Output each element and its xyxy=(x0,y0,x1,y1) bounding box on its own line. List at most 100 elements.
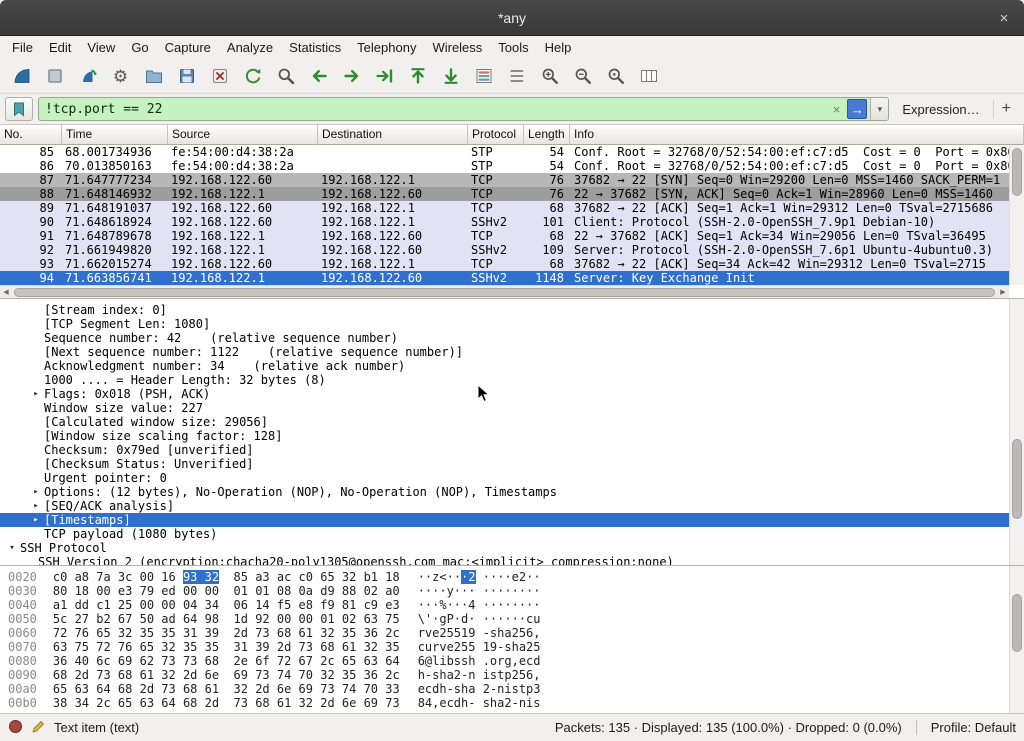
expression-button[interactable]: Expression… xyxy=(894,102,987,117)
detail-line[interactable]: ▾SSH Protocol xyxy=(0,541,1024,555)
column-header-length[interactable]: Length xyxy=(524,125,570,145)
detail-line[interactable]: [Next sequence number: 1122 (relative se… xyxy=(0,345,1024,359)
detail-line[interactable]: Checksum: 0x79ed [unverified] xyxy=(0,443,1024,457)
display-filter-field[interactable]: × → ▾ xyxy=(38,97,889,121)
menu-telephony[interactable]: Telephony xyxy=(349,37,424,58)
column-header-info[interactable]: Info xyxy=(570,125,1024,145)
packet-row[interactable]: 8670.013850163fe:54:00:d4:38:2aSTP54Conf… xyxy=(0,159,1009,173)
close-icon[interactable]: × xyxy=(994,8,1014,28)
menu-statistics[interactable]: Statistics xyxy=(281,37,349,58)
packet-row[interactable]: 9271.661949820192.168.122.1192.168.122.6… xyxy=(0,243,1009,257)
zoom-in-icon[interactable] xyxy=(534,62,565,90)
hex-row-selected[interactable]: 0020c0 a8 7a 3c 00 16 93 32 85 a3 ac c0 … xyxy=(8,570,1024,584)
detail-line[interactable]: [Window size scaling factor: 128] xyxy=(0,429,1024,443)
menu-wireless[interactable]: Wireless xyxy=(424,37,490,58)
menu-edit[interactable]: Edit xyxy=(41,37,79,58)
hex-row[interactable]: 008036 40 6c 69 62 73 73 68 2e 6f 72 67 … xyxy=(8,654,1024,668)
detail-line[interactable]: Window size value: 227 xyxy=(0,401,1024,415)
go-forward-icon[interactable] xyxy=(336,62,367,90)
filter-clear-icon[interactable]: × xyxy=(826,102,848,117)
detail-line[interactable]: ▸[SEQ/ACK analysis] xyxy=(0,499,1024,513)
menu-tools[interactable]: Tools xyxy=(490,37,536,58)
capture-options-gear-icon[interactable]: ⚙ xyxy=(105,62,136,90)
column-header-time[interactable]: Time xyxy=(62,125,168,145)
menu-go[interactable]: Go xyxy=(123,37,156,58)
details-vscrollbar[interactable] xyxy=(1009,299,1024,565)
reload-file-icon[interactable] xyxy=(237,62,268,90)
detail-line[interactable]: [Checksum Status: Unverified] xyxy=(0,457,1024,471)
detail-line[interactable]: [TCP Segment Len: 1080] xyxy=(0,317,1024,331)
title-bar[interactable]: *any × xyxy=(0,0,1024,36)
detail-line[interactable]: 1000 .... = Header Length: 32 bytes (8) xyxy=(0,373,1024,387)
column-header-source[interactable]: Source xyxy=(168,125,318,145)
packet-list-vscrollbar[interactable] xyxy=(1009,145,1024,285)
open-file-folder-icon[interactable] xyxy=(138,62,169,90)
close-file-icon[interactable] xyxy=(204,62,235,90)
hex-row[interactable]: 00505c 27 b2 67 50 ad 64 98 1d 92 00 00 … xyxy=(8,612,1024,626)
filter-dropdown-icon[interactable]: ▾ xyxy=(870,97,888,121)
detail-line[interactable]: Sequence number: 42 (relative sequence n… xyxy=(0,331,1024,345)
go-last-packet-icon[interactable] xyxy=(435,62,466,90)
detail-line[interactable]: Acknowledgment number: 34 (relative ack … xyxy=(0,359,1024,373)
zoom-reset-icon[interactable] xyxy=(600,62,631,90)
details-vscrollbar-thumb[interactable] xyxy=(1012,439,1022,519)
go-to-packet-icon[interactable] xyxy=(369,62,400,90)
display-filter-input[interactable] xyxy=(39,102,826,117)
packet-row-selected[interactable]: 9471.663856741192.168.122.1192.168.122.6… xyxy=(0,271,1009,285)
hex-row[interactable]: 00b038 34 2c 65 63 64 68 2d 73 68 61 32 … xyxy=(8,696,1024,710)
packet-row[interactable]: 8871.648146932192.168.122.1192.168.122.6… xyxy=(0,187,1009,201)
hscroll-right-arrow-icon[interactable]: ▶ xyxy=(997,288,1009,296)
hex-row[interactable]: 006072 76 65 32 35 35 31 39 2d 73 68 61 … xyxy=(8,626,1024,640)
detail-line[interactable]: [Calculated window size: 29056] xyxy=(0,415,1024,429)
go-first-packet-icon[interactable] xyxy=(402,62,433,90)
menu-help[interactable]: Help xyxy=(537,37,580,58)
menu-file[interactable]: File xyxy=(4,37,41,58)
go-back-icon[interactable] xyxy=(303,62,334,90)
detail-line[interactable]: ▸Flags: 0x018 (PSH, ACK) xyxy=(0,387,1024,401)
hex-row[interactable]: 009068 2d 73 68 61 32 2d 6e 69 73 74 70 … xyxy=(8,668,1024,682)
packet-row[interactable]: 9171.648789678192.168.122.1192.168.122.6… xyxy=(0,229,1009,243)
status-profile[interactable]: Profile: Default xyxy=(916,720,1016,735)
packet-list-hscrollbar[interactable]: ◀ ▶ xyxy=(0,285,1009,298)
save-file-icon[interactable] xyxy=(171,62,202,90)
start-capture-icon[interactable] xyxy=(6,62,37,90)
expert-info-icon[interactable] xyxy=(8,719,23,737)
resize-columns-icon[interactable] xyxy=(633,62,664,90)
column-header-protocol[interactable]: Protocol xyxy=(468,125,524,145)
packet-row[interactable]: 8568.001734936fe:54:00:d4:38:2aSTP54Conf… xyxy=(0,145,1009,159)
filter-apply-icon[interactable]: → xyxy=(847,99,867,119)
hex-row[interactable]: 007063 75 72 76 65 32 35 35 31 39 2d 73 … xyxy=(8,640,1024,654)
packet-row[interactable]: 8971.648191037192.168.122.60192.168.122.… xyxy=(0,201,1009,215)
menu-analyze[interactable]: Analyze xyxy=(219,37,281,58)
capture-comment-pencil-icon[interactable] xyxy=(31,719,46,737)
stop-capture-icon[interactable] xyxy=(39,62,70,90)
detail-line[interactable]: [Stream index: 0] xyxy=(0,303,1024,317)
hscroll-left-arrow-icon[interactable]: ◀ xyxy=(0,288,12,296)
column-header-no[interactable]: No. xyxy=(0,125,62,145)
hex-row[interactable]: 0040a1 dd c1 25 00 00 04 34 06 14 f5 e8 … xyxy=(8,598,1024,612)
zoom-out-icon[interactable] xyxy=(567,62,598,90)
hex-vscrollbar[interactable] xyxy=(1009,566,1024,713)
packet-row[interactable]: 9071.648618924192.168.122.60192.168.122.… xyxy=(0,215,1009,229)
hex-row[interactable]: 003080 18 00 e3 79 ed 00 00 01 01 08 0a … xyxy=(8,584,1024,598)
detail-line[interactable]: ▸Options: (12 bytes), No-Operation (NOP)… xyxy=(0,485,1024,499)
packet-row[interactable]: 8771.647777234192.168.122.60192.168.122.… xyxy=(0,173,1009,187)
hex-row[interactable]: 00a065 63 64 68 2d 73 68 61 32 2d 6e 69 … xyxy=(8,682,1024,696)
detail-line[interactable]: Urgent pointer: 0 xyxy=(0,471,1024,485)
restart-capture-icon[interactable] xyxy=(72,62,103,90)
packet-row[interactable]: 9371.662015274192.168.122.60192.168.122.… xyxy=(0,257,1009,271)
detail-line[interactable]: TCP payload (1080 bytes) xyxy=(0,527,1024,541)
hex-vscrollbar-thumb[interactable] xyxy=(1012,594,1022,652)
auto-scroll-icon[interactable] xyxy=(501,62,532,90)
menu-capture[interactable]: Capture xyxy=(157,37,219,58)
colorize-packet-list-icon[interactable] xyxy=(468,62,499,90)
find-packet-magnifier-icon[interactable] xyxy=(270,62,301,90)
menu-view[interactable]: View xyxy=(79,37,123,58)
filter-add-button[interactable]: + xyxy=(993,100,1019,118)
packet-list-vscrollbar-thumb[interactable] xyxy=(1012,148,1022,196)
hscroll-thumb[interactable] xyxy=(14,288,995,297)
detail-line-selected[interactable]: ▸[Timestamps] xyxy=(0,513,1024,527)
filter-bookmark-icon[interactable] xyxy=(5,97,33,121)
detail-line[interactable]: SSH Version 2 (encryption:chacha20-poly1… xyxy=(0,555,1024,565)
column-header-destination[interactable]: Destination xyxy=(318,125,468,145)
